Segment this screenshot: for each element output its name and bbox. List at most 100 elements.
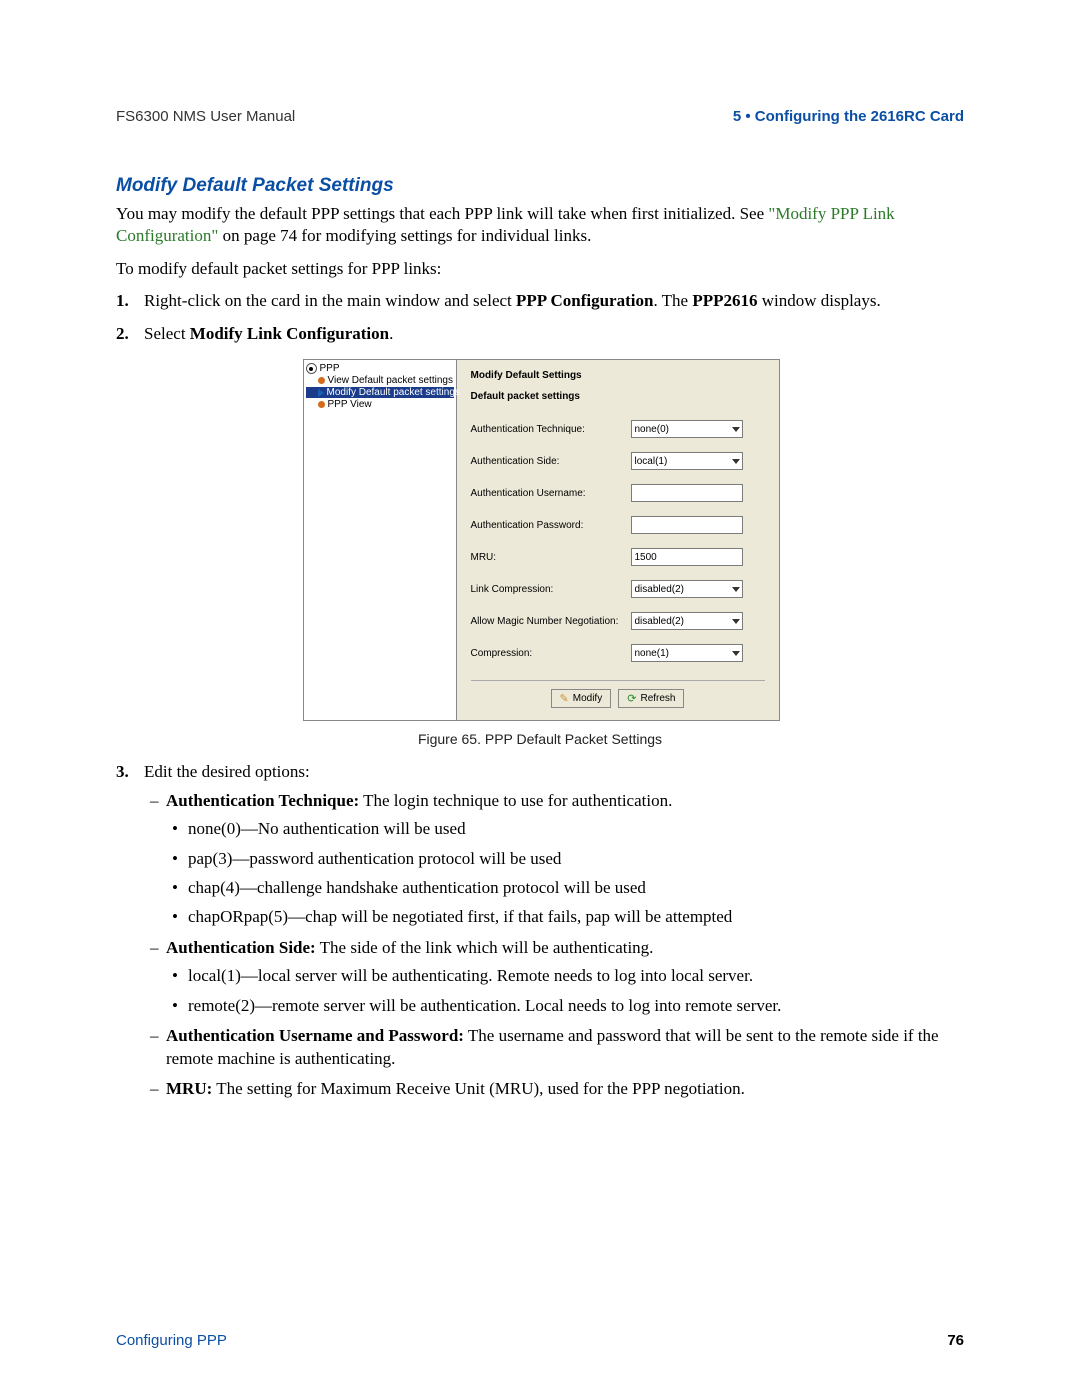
tree-item-label: Modify Default packet settings <box>327 387 460 398</box>
section-heading: Modify Default Packet Settings <box>116 175 964 197</box>
value: none(1) <box>635 648 669 659</box>
input-auth-username[interactable] <box>631 484 743 502</box>
refresh-icon: ⟳ <box>627 692 636 705</box>
step-3: 3. Edit the desired options: Authenticat… <box>116 761 964 1100</box>
row-magic-number: Allow Magic Number Negotiation: disabled… <box>471 612 765 630</box>
select-magic-number[interactable]: disabled(2) <box>631 612 743 630</box>
select-auth-side[interactable]: local(1) <box>631 452 743 470</box>
step-1-bold1: PPP Configuration <box>516 291 653 310</box>
opt-rest: The setting for Maximum Receive Unit (MR… <box>212 1079 745 1098</box>
opt-auth-technique-bullets: none(0)—No authentication will be used p… <box>166 818 964 929</box>
page-footer: Configuring PPP 76 <box>116 1332 964 1349</box>
button-row: ✎ Modify ⟳ Refresh <box>471 689 765 708</box>
bullet-icon <box>318 377 325 384</box>
label-auth-technique: Authentication Technique: <box>471 424 631 435</box>
lead-paragraph: To modify default packet settings for PP… <box>116 258 964 280</box>
step-2-pre: Select <box>144 324 190 343</box>
bullet: none(0)—No authentication will be used <box>166 818 964 840</box>
step-1: 1. Right-click on the card in the main w… <box>116 290 964 312</box>
page: FS6300 NMS User Manual 5 • Configuring t… <box>0 0 1080 1397</box>
step-1-number: 1. <box>116 290 129 312</box>
tree-item-label: PPP View <box>328 399 372 410</box>
opt-auth-side-bullets: local(1)—local server will be authentica… <box>166 965 964 1017</box>
label-link-compression: Link Compression: <box>471 584 631 595</box>
input-mru[interactable]: 1500 <box>631 548 743 566</box>
bullet: chapORpap(5)—chap will be negotiated fir… <box>166 906 964 928</box>
step-2-post: . <box>389 324 393 343</box>
modify-label: Modify <box>573 693 602 704</box>
divider <box>471 680 765 681</box>
opt-bold: Authentication Technique: <box>166 791 359 810</box>
modify-button[interactable]: ✎ Modify <box>551 689 612 708</box>
row-mru: MRU: 1500 <box>471 548 765 566</box>
step-1-bold2: PPP2616 <box>692 291 757 310</box>
opt-mru: MRU: The setting for Maximum Receive Uni… <box>144 1078 964 1100</box>
opt-bold: Authentication Side: <box>166 938 316 957</box>
opt-auth-userpass: Authentication Username and Password: Th… <box>144 1025 964 1070</box>
intro-post: on page 74 for modifying settings for in… <box>218 226 591 245</box>
refresh-button[interactable]: ⟳ Refresh <box>618 689 684 708</box>
select-compression[interactable]: none(1) <box>631 644 743 662</box>
bullet: pap(3)—password authentication protocol … <box>166 848 964 870</box>
row-compression: Compression: none(1) <box>471 644 765 662</box>
pencil-icon: ✎ <box>560 692 569 705</box>
step-2-number: 2. <box>116 323 129 345</box>
value: none(0) <box>635 424 669 435</box>
step-2-bold: Modify Link Configuration <box>190 324 389 343</box>
tree-item-modify-default[interactable]: Modify Default packet settings <box>306 387 454 398</box>
arrow-icon <box>318 389 324 397</box>
chevron-down-icon <box>732 650 739 657</box>
row-auth-password: Authentication Password: <box>471 516 765 534</box>
input-auth-password[interactable] <box>631 516 743 534</box>
figure-65: PPP View Default packet settings Modify … <box>303 359 778 721</box>
tree-root[interactable]: PPP <box>306 363 454 374</box>
tree-pane: PPP View Default packet settings Modify … <box>304 360 457 720</box>
figure-caption: Figure 65. PPP Default Packet Settings <box>116 731 964 747</box>
bullet: remote(2)—remote server will be authenti… <box>166 995 964 1017</box>
header-right: 5 • Configuring the 2616RC Card <box>733 108 964 125</box>
tree-item-label: View Default packet settings <box>328 375 453 386</box>
opt-auth-technique: Authentication Technique: The login tech… <box>144 790 964 929</box>
step-1-pre: Right-click on the card in the main wind… <box>144 291 516 310</box>
settings-pane: Modify Default Settings Default packet s… <box>457 360 779 720</box>
step-3-number: 3. <box>116 761 129 783</box>
step-3-text: Edit the desired options: <box>144 762 310 781</box>
refresh-label: Refresh <box>640 693 675 704</box>
step-2: 2. Select Modify Link Configuration. <box>116 323 964 345</box>
chevron-down-icon <box>732 618 739 625</box>
step-3-sublist: Authentication Technique: The login tech… <box>144 790 964 1101</box>
value: 1500 <box>635 552 657 563</box>
label-auth-password: Authentication Password: <box>471 520 631 531</box>
tree-item-ppp-view[interactable]: PPP View <box>306 399 454 410</box>
intro-paragraph: You may modify the default PPP settings … <box>116 203 964 248</box>
tree-item-view-default[interactable]: View Default packet settings <box>306 375 454 386</box>
radio-icon <box>306 363 317 374</box>
bullet-icon <box>318 401 325 408</box>
value: disabled(2) <box>635 584 684 595</box>
select-auth-technique[interactable]: none(0) <box>631 420 743 438</box>
chevron-down-icon <box>732 586 739 593</box>
opt-bold: MRU: <box>166 1079 212 1098</box>
label-auth-username: Authentication Username: <box>471 488 631 499</box>
opt-auth-side: Authentication Side: The side of the lin… <box>144 937 964 1017</box>
bullet: local(1)—local server will be authentica… <box>166 965 964 987</box>
label-compression: Compression: <box>471 648 631 659</box>
label-mru: MRU: <box>471 552 631 563</box>
page-header: FS6300 NMS User Manual 5 • Configuring t… <box>116 108 964 125</box>
steps-list: 1. Right-click on the card in the main w… <box>116 290 964 345</box>
ppp-window: PPP View Default packet settings Modify … <box>303 359 780 721</box>
panel-title: Modify Default Settings <box>471 370 765 381</box>
label-auth-side: Authentication Side: <box>471 456 631 467</box>
chevron-down-icon <box>732 426 739 433</box>
footer-left: Configuring PPP <box>116 1332 227 1349</box>
step-1-post: window displays. <box>757 291 880 310</box>
row-link-compression: Link Compression: disabled(2) <box>471 580 765 598</box>
steps-list-cont: 3. Edit the desired options: Authenticat… <box>116 761 964 1100</box>
row-auth-side: Authentication Side: local(1) <box>471 452 765 470</box>
tree-root-label: PPP <box>320 363 340 374</box>
value: local(1) <box>635 456 668 467</box>
opt-rest: The login technique to use for authentic… <box>359 791 672 810</box>
select-link-compression[interactable]: disabled(2) <box>631 580 743 598</box>
header-left: FS6300 NMS User Manual <box>116 108 295 125</box>
footer-right: 76 <box>947 1332 964 1349</box>
